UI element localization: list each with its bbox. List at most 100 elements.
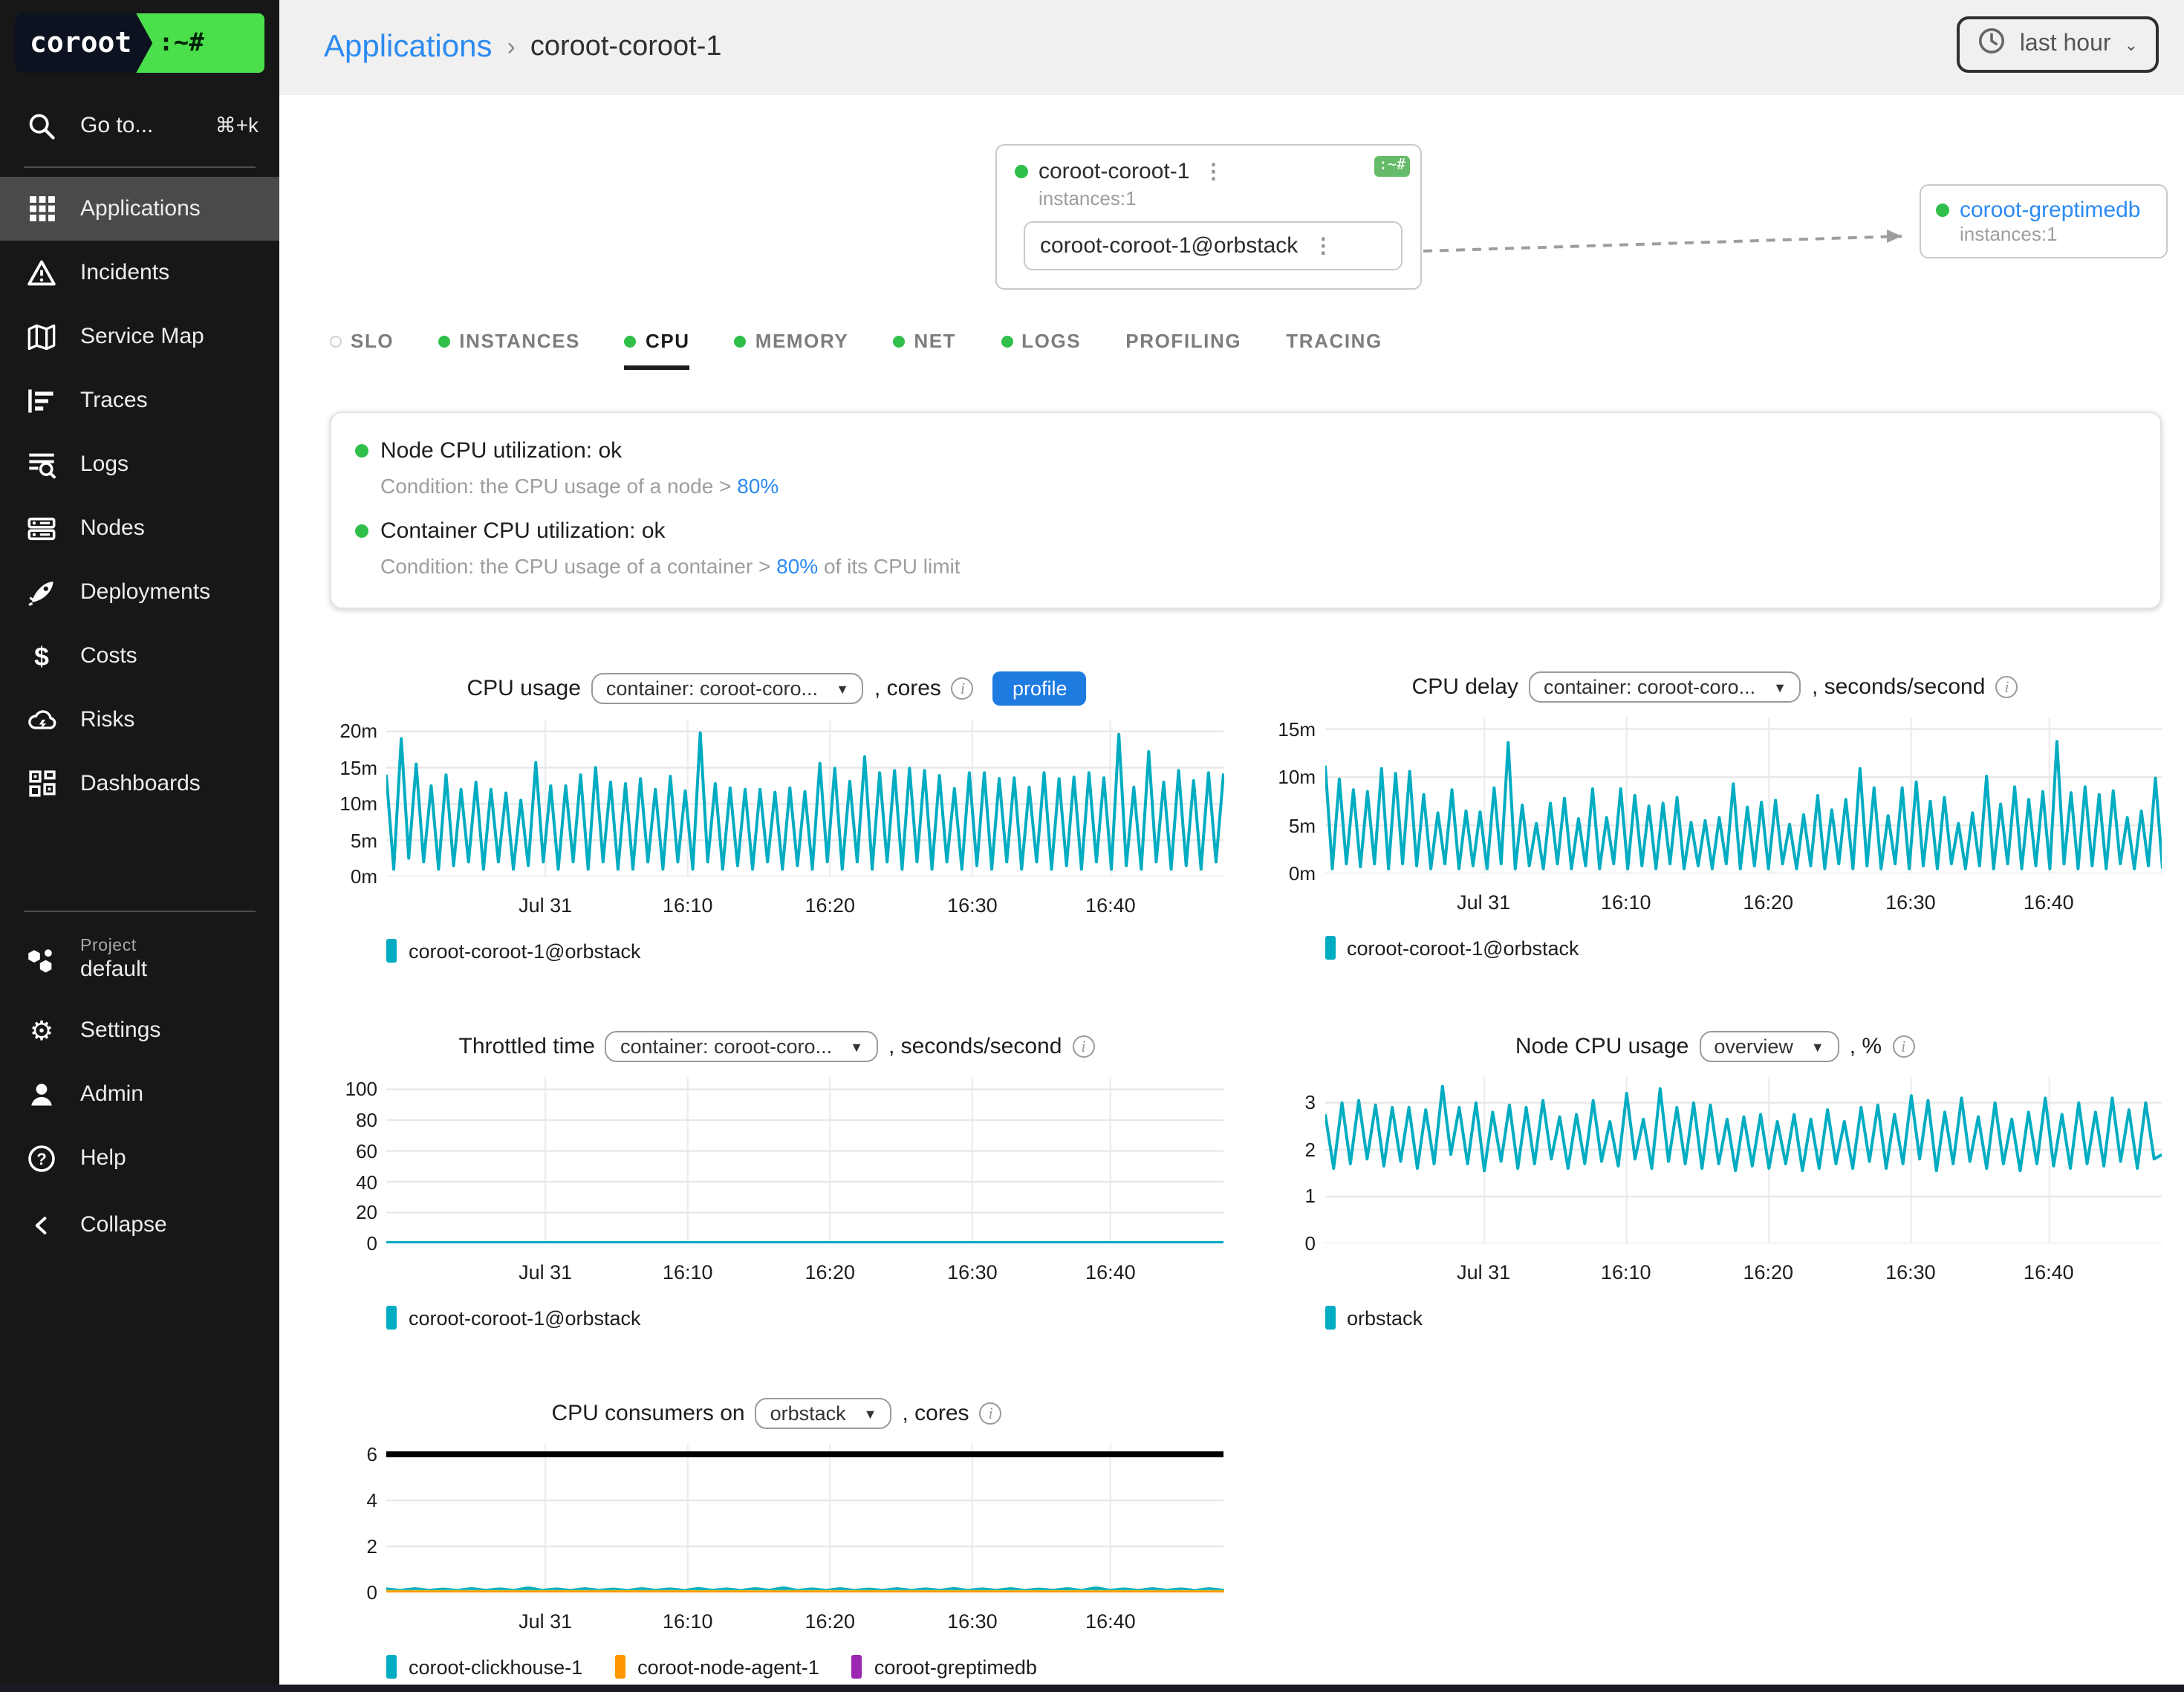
y-axis: 0123 — [1268, 1077, 1325, 1243]
caret-down-icon: ▼ — [864, 1406, 877, 1421]
sidebar-item-label: Costs — [80, 643, 137, 668]
tab-slo[interactable]: SLO — [330, 330, 394, 365]
x-tick-label: 16:40 — [1085, 894, 1136, 917]
y-tick-label: 0 — [1305, 1232, 1316, 1255]
x-tick-label: 16:40 — [1085, 1261, 1136, 1283]
tab-label: TRACING — [1286, 330, 1382, 352]
tab-tracing[interactable]: TRACING — [1286, 330, 1382, 365]
map-icon — [27, 322, 56, 351]
status-check-container-cpu: Container CPU utilization: ok Condition:… — [355, 518, 2136, 578]
sidebar-item-admin[interactable]: Admin — [0, 1062, 279, 1126]
chart-title: CPU consumers on — [551, 1401, 744, 1426]
sidebar-item-help[interactable]: ? Help — [0, 1126, 279, 1190]
legend-color-mark — [386, 1655, 397, 1679]
selector-value: container: coroot-coro... — [620, 1035, 832, 1058]
chevron-down-icon: ⌄ — [2125, 35, 2138, 54]
sidebar-item-deployments[interactable]: Deployments — [0, 560, 279, 624]
sidebar-item-risks[interactable]: Risks — [0, 688, 279, 752]
selector-value: orbstack — [770, 1402, 846, 1425]
instance-coroot-coroot-1-orbstack[interactable]: coroot-coroot-1@orbstack ⋮ — [1024, 221, 1403, 270]
plot-area: Jul 3116:1016:2016:3016:40 — [1325, 1077, 2162, 1291]
info-icon[interactable]: i — [952, 677, 974, 700]
legend-label: coroot-coroot-1@orbstack — [409, 1307, 641, 1329]
info-icon[interactable]: i — [980, 1402, 1002, 1425]
sidebar-item-nodes[interactable]: Nodes — [0, 496, 279, 560]
sidebar-item-applications[interactable]: Applications — [0, 177, 279, 241]
sidebar-collapse-button[interactable]: Collapse — [0, 1193, 279, 1257]
legend-item: coroot-greptimedb — [852, 1655, 1037, 1679]
app-card-instances: instances:1 — [1039, 187, 1403, 209]
y-tick-label: 0 — [367, 1581, 377, 1604]
sidebar-item-service-map[interactable]: Service Map — [0, 305, 279, 368]
terminal-badge: :~# — [1374, 156, 1410, 177]
y-tick-label: 0m — [1289, 862, 1316, 885]
sidebar-item-settings[interactable]: ⚙ Settings — [0, 998, 279, 1062]
x-axis: Jul 3116:1016:2016:3016:40 — [386, 1604, 1223, 1640]
sidebar-divider — [24, 166, 256, 168]
x-tick-label: 16:20 — [805, 1610, 855, 1633]
legend-label: coroot-coroot-1@orbstack — [1347, 937, 1579, 959]
x-tick-label: 16:30 — [947, 1610, 998, 1633]
check-threshold: 80% — [776, 554, 818, 578]
kebab-menu-icon[interactable]: ⋮ — [1310, 233, 1336, 258]
consumers-header: CPU consumers onorbstack▼, coresi — [330, 1398, 1223, 1429]
coroot-logo-text: coroot — [15, 13, 152, 73]
info-icon[interactable]: i — [1892, 1035, 1914, 1058]
legend-item: coroot-node-agent-1 — [615, 1655, 819, 1679]
sidebar-item-logs[interactable]: Logs — [0, 432, 279, 496]
tab-profiling[interactable]: PROFILING — [1125, 330, 1241, 365]
x-tick-label: 16:30 — [947, 894, 998, 917]
status-dot-green — [355, 444, 368, 458]
x-tick-label: 16:10 — [1601, 891, 1651, 914]
y-tick-label: 5m — [1289, 814, 1316, 836]
sidebar-item-costs[interactable]: $ Costs — [0, 624, 279, 688]
breadcrumb-applications-link[interactable]: Applications — [324, 30, 492, 65]
legend-color-mark — [1325, 1306, 1335, 1330]
y-tick-label: 3 — [1305, 1092, 1316, 1114]
consumers-selector-dropdown[interactable]: orbstack ▼ — [755, 1398, 892, 1429]
window-bottom-edge — [0, 1685, 2184, 1692]
tab-instances[interactable]: INSTANCES — [438, 330, 580, 365]
kebab-menu-icon[interactable]: ⋮ — [1200, 159, 1226, 184]
goto-search[interactable]: Go to... ⌘+k — [0, 94, 279, 157]
svg-text:$: $ — [34, 641, 49, 671]
y-tick-label: 15m — [1278, 718, 1316, 741]
tab-label: MEMORY — [755, 330, 849, 352]
y-axis: 0246 — [330, 1444, 386, 1592]
x-axis: Jul 3116:1016:2016:3016:40 — [1325, 1255, 2162, 1291]
coroot-logo: coroot :~# — [15, 13, 264, 73]
y-tick-label: 5m — [351, 829, 377, 851]
tab-logs[interactable]: LOGS — [1001, 330, 1081, 365]
y-axis: 020406080100 — [330, 1077, 386, 1243]
tab-cpu[interactable]: CPU — [625, 330, 690, 370]
sidebar-item-label: Risks — [80, 707, 134, 732]
tab-net[interactable]: NET — [893, 330, 956, 365]
time-range-picker[interactable]: last hour ⌄ — [1957, 16, 2159, 73]
instance-name: coroot-coroot-1@orbstack — [1040, 233, 1298, 258]
chevron-left-icon — [27, 1210, 56, 1240]
node_cpu-selector-dropdown[interactable]: overview▼ — [1699, 1031, 1839, 1062]
caret-down-icon: ▼ — [836, 681, 849, 696]
sidebar-item-dashboards[interactable]: Dashboards — [0, 752, 279, 816]
profile-button[interactable]: profile — [993, 671, 1087, 706]
legend-label: coroot-greptimedb — [874, 1656, 1037, 1678]
cpu_usage-selector-dropdown[interactable]: container: coroot-coro...▼ — [591, 673, 864, 704]
throttled-selector-dropdown[interactable]: container: coroot-coro...▼ — [605, 1031, 878, 1062]
info-icon[interactable]: i — [1072, 1035, 1094, 1058]
cpu_usage-header: CPU usagecontainer: coroot-coro...▼, cor… — [330, 671, 1223, 706]
dep-card-link[interactable]: coroot-greptimedb — [1960, 198, 2140, 223]
tab-memory[interactable]: MEMORY — [735, 330, 849, 365]
cpu-consumers-chart: CPU consumers onorbstack▼, coresi0246Jul… — [330, 1398, 1223, 1692]
info-icon[interactable]: i — [1995, 676, 2018, 698]
cpu-delay-chart: CPU delaycontainer: coroot-coro...▼, sec… — [1268, 671, 2162, 963]
sidebar-item-traces[interactable]: Traces — [0, 368, 279, 432]
tab-status-dot-green — [893, 335, 905, 347]
x-tick-label: Jul 31 — [1457, 1261, 1510, 1283]
cpu_delay-selector-dropdown[interactable]: container: coroot-coro...▼ — [1529, 671, 1801, 703]
sidebar-item-incidents[interactable]: Incidents — [0, 241, 279, 305]
tab-label: NET — [914, 330, 956, 352]
y-tick-label: 0m — [351, 865, 377, 888]
node-cpu-usage-chart: Node CPU usageoverview▼, %i0123Jul 3116:… — [1268, 1031, 2162, 1330]
cpu_delay-header: CPU delaycontainer: coroot-coro...▼, sec… — [1268, 671, 2162, 703]
sidebar-project-selector[interactable]: Project default — [0, 921, 279, 998]
